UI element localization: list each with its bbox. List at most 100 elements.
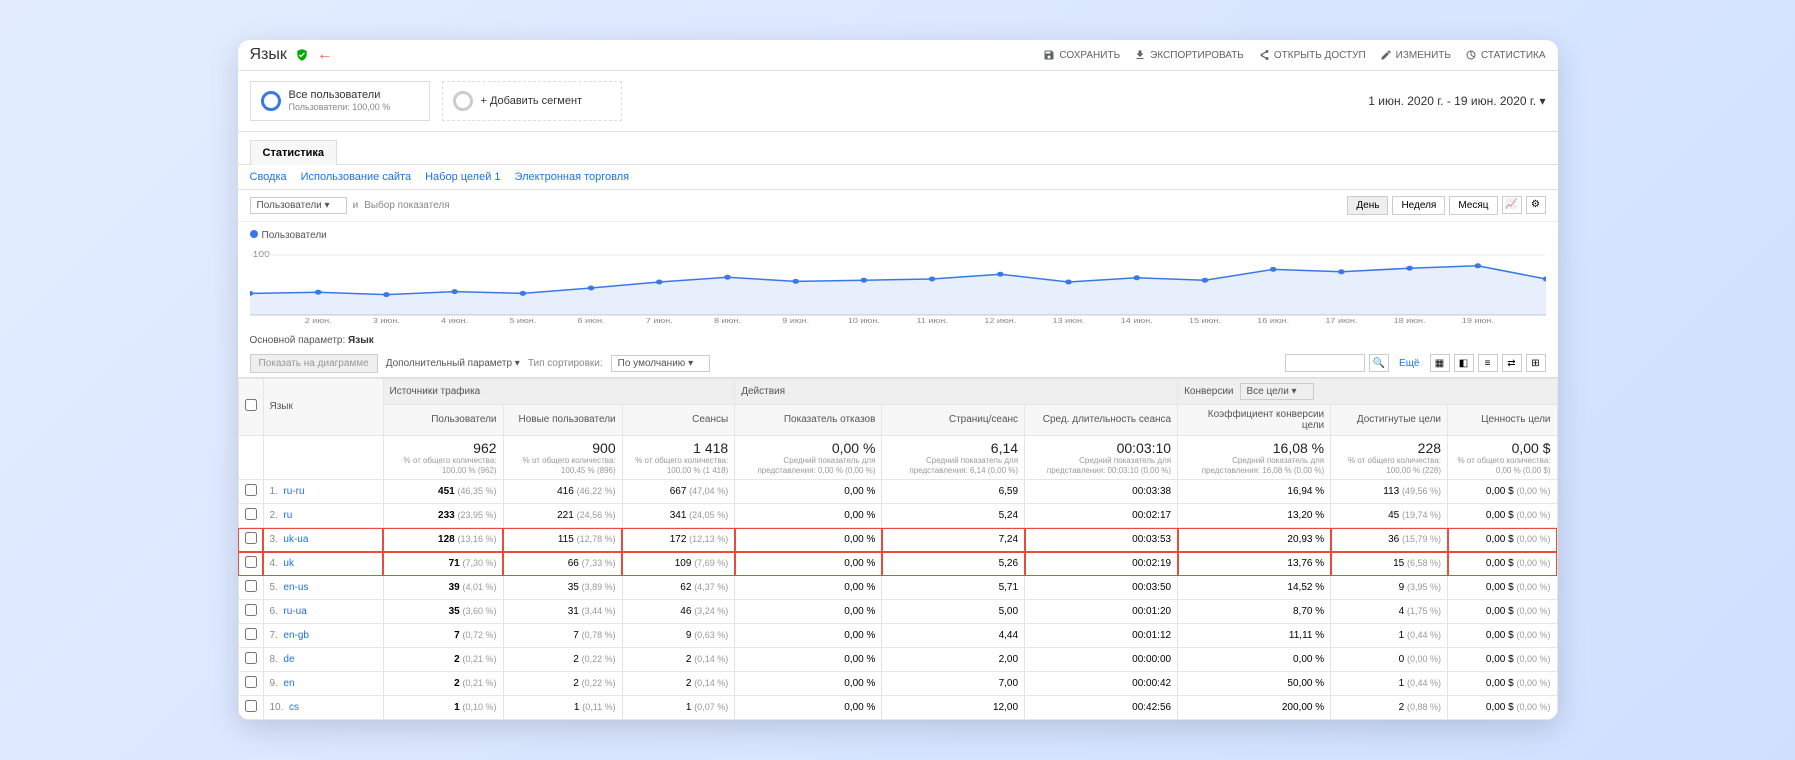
- row-checkbox[interactable]: [245, 676, 257, 688]
- table-row[interactable]: 4. uk71 (7,30 %)66 (7,33 %)109 (7,69 %)0…: [238, 552, 1557, 576]
- svg-text:10 июн.: 10 июн.: [847, 317, 879, 325]
- segment-circle-icon: [453, 91, 473, 111]
- totals-row: 962% от общего количества: 100,00 % (962…: [238, 435, 1557, 479]
- language-link[interactable]: ru-ua: [283, 606, 306, 617]
- language-link[interactable]: en: [283, 678, 294, 689]
- advanced-link[interactable]: Ещё: [1399, 358, 1419, 369]
- primary-metric-select[interactable]: Пользователи ▾: [250, 197, 347, 214]
- svg-text:6 июн.: 6 июн.: [577, 317, 604, 325]
- table-filter-row: Показать на диаграмме Дополнительный пар…: [238, 350, 1558, 378]
- stats-button[interactable]: СТАТИСТИКА: [1465, 49, 1546, 61]
- view-performance-icon[interactable]: ≡: [1478, 354, 1498, 372]
- show-on-chart-button[interactable]: Показать на диаграмме: [250, 354, 378, 373]
- language-link[interactable]: ru: [283, 510, 292, 521]
- table-row[interactable]: 8. de2 (0,21 %)2 (0,22 %)2 (0,14 %)0,00 …: [238, 648, 1557, 672]
- language-link[interactable]: cs: [289, 702, 299, 713]
- share-button[interactable]: ОТКРЫТЬ ДОСТУП: [1258, 49, 1366, 61]
- table-row[interactable]: 10. cs1 (0,10 %)1 (0,11 %)1 (0,07 %)0,00…: [238, 696, 1557, 720]
- language-link[interactable]: uk: [283, 558, 294, 569]
- tab-goals[interactable]: Набор целей 1: [425, 171, 500, 183]
- svg-text:12 июн.: 12 июн.: [984, 317, 1016, 325]
- tab-usage[interactable]: Использование сайта: [301, 171, 411, 183]
- svg-text:9 июн.: 9 июн.: [782, 317, 809, 325]
- svg-text:100: 100: [252, 250, 269, 259]
- topbar: Язык ← СОХРАНИТЬ ЭКСПОРТИРОВАТЬ ОТКРЫТЬ …: [238, 40, 1558, 71]
- table-row[interactable]: 1. ru-ru451 (46,35 %)416 (46,22 %)667 (4…: [238, 480, 1557, 504]
- chart-legend: Пользователи: [250, 228, 1546, 245]
- save-button[interactable]: СОХРАНИТЬ: [1043, 49, 1120, 61]
- language-link[interactable]: uk-ua: [283, 534, 308, 545]
- chart-controls: Пользователи ▾ и Выбор показателя День Н…: [238, 190, 1558, 222]
- verified-shield-icon: [295, 48, 309, 62]
- tab-ecom[interactable]: Электронная торговля: [515, 171, 630, 183]
- svg-text:3 июн.: 3 июн.: [372, 317, 399, 325]
- search-icon[interactable]: 🔍: [1369, 354, 1389, 372]
- table-row[interactable]: 3. uk-ua128 (13,16 %)115 (12,78 %)172 (1…: [238, 528, 1557, 552]
- language-link[interactable]: de: [283, 654, 294, 665]
- svg-text:18 июн.: 18 июн.: [1393, 317, 1425, 325]
- chart-type-line-icon[interactable]: 📈: [1502, 196, 1522, 214]
- chart-area: Пользователи 100 2 июн. 3 июн. 4 июн. 5 июн…: [238, 222, 1558, 327]
- segment-circle-icon: [261, 91, 281, 111]
- secondary-dimension-select[interactable]: Дополнительный параметр ▾: [386, 358, 520, 369]
- row-checkbox[interactable]: [245, 508, 257, 520]
- svg-text:11 июн.: 11 июн.: [916, 317, 947, 325]
- data-table: Язык Источники трафика Действия Конверси…: [238, 378, 1558, 720]
- legend-dot-icon: [250, 230, 258, 238]
- svg-text:13 июн.: 13 июн.: [1052, 317, 1084, 325]
- granularity-day[interactable]: День: [1347, 196, 1388, 215]
- table-row[interactable]: 6. ru-ua35 (3,60 %)31 (3,44 %)46 (3,24 %…: [238, 600, 1557, 624]
- stats-panel-label: Статистика: [250, 140, 338, 165]
- goal-select[interactable]: Все цели ▾: [1240, 383, 1314, 400]
- language-link[interactable]: en-gb: [283, 630, 309, 641]
- tab-summary[interactable]: Сводка: [250, 171, 287, 183]
- segment-all-users[interactable]: Все пользователи Пользователи: 100,00 %: [250, 81, 430, 121]
- row-checkbox[interactable]: [245, 628, 257, 640]
- view-pivot-icon[interactable]: ⊞: [1526, 354, 1546, 372]
- edit-button[interactable]: ИЗМЕНИТЬ: [1380, 49, 1451, 61]
- table-search-input[interactable]: [1285, 354, 1365, 372]
- svg-text:5 июн.: 5 июн.: [509, 317, 536, 325]
- line-chart: 100 2 июн. 3 июн. 4 июн. 5 июн. 6 июн. 7 июн.…: [250, 245, 1546, 325]
- svg-text:8 июн.: 8 июн.: [714, 317, 741, 325]
- view-comparison-icon[interactable]: ⇄: [1502, 354, 1522, 372]
- granularity-week[interactable]: Неделя: [1392, 196, 1445, 215]
- row-checkbox[interactable]: [245, 484, 257, 496]
- table-row[interactable]: 7. en-gb7 (0,72 %)7 (0,78 %)9 (0,63 %)0,…: [238, 624, 1557, 648]
- svg-text:4 июн.: 4 июн.: [441, 317, 468, 325]
- view-percent-icon[interactable]: ◧: [1454, 354, 1474, 372]
- row-checkbox[interactable]: [245, 556, 257, 568]
- analytics-report: Язык ← СОХРАНИТЬ ЭКСПОРТИРОВАТЬ ОТКРЫТЬ …: [238, 40, 1558, 720]
- svg-text:7 июн.: 7 июн.: [645, 317, 672, 325]
- language-link[interactable]: en-us: [283, 582, 308, 593]
- date-range-picker[interactable]: 1 июн. 2020 г. - 19 июн. 2020 г. ▾: [1368, 94, 1545, 108]
- svg-text:17 июн.: 17 июн.: [1325, 317, 1357, 325]
- export-button[interactable]: ЭКСПОРТИРОВАТЬ: [1134, 49, 1244, 61]
- row-checkbox[interactable]: [245, 580, 257, 592]
- row-checkbox[interactable]: [245, 604, 257, 616]
- annotation-arrow-icon: ←: [317, 46, 333, 64]
- table-row[interactable]: 9. en2 (0,21 %)2 (0,22 %)2 (0,14 %)0,00 …: [238, 672, 1557, 696]
- sort-type-select[interactable]: По умолчанию ▾: [611, 355, 710, 372]
- primary-parameter-row: Основной параметр: Язык: [238, 327, 1558, 350]
- row-checkbox[interactable]: [245, 700, 257, 712]
- svg-text:15 июн.: 15 июн.: [1188, 317, 1220, 325]
- granularity-month[interactable]: Месяц: [1449, 196, 1497, 215]
- add-segment-button[interactable]: + Добавить сегмент: [442, 81, 622, 121]
- report-tabs: Сводка Использование сайта Набор целей 1…: [238, 164, 1558, 190]
- segments-bar: Все пользователи Пользователи: 100,00 % …: [238, 71, 1558, 132]
- svg-text:2 июн.: 2 июн.: [304, 317, 331, 325]
- svg-text:16 июн.: 16 июн.: [1257, 317, 1289, 325]
- chart-type-motion-icon[interactable]: ⚙: [1526, 196, 1546, 214]
- compare-metric-link[interactable]: Выбор показателя: [364, 200, 449, 211]
- page-title: Язык: [250, 46, 287, 64]
- svg-text:19 июн.: 19 июн.: [1461, 317, 1493, 325]
- view-table-icon[interactable]: ▦: [1430, 354, 1450, 372]
- select-all-checkbox[interactable]: [245, 399, 257, 411]
- table-row[interactable]: 5. en-us39 (4,01 %)35 (3,89 %)62 (4,37 %…: [238, 576, 1557, 600]
- row-checkbox[interactable]: [245, 532, 257, 544]
- language-link[interactable]: ru-ru: [283, 486, 304, 497]
- table-row[interactable]: 2. ru233 (23,95 %)221 (24,56 %)341 (24,0…: [238, 504, 1557, 528]
- row-checkbox[interactable]: [245, 652, 257, 664]
- svg-text:14 июн.: 14 июн.: [1120, 317, 1152, 325]
